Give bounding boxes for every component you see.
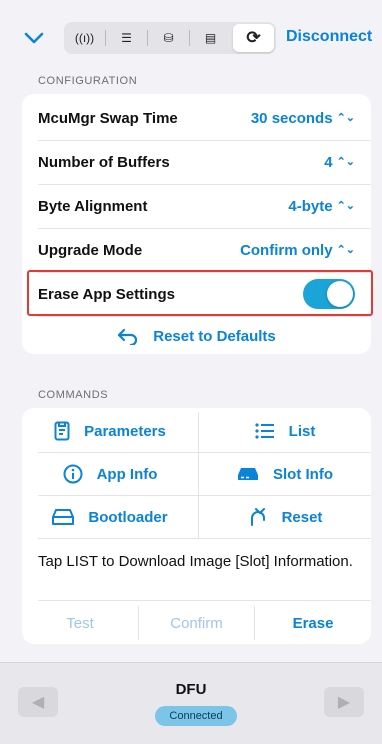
database-icon[interactable]: ⛁ <box>148 24 189 52</box>
drive-icon <box>238 468 258 480</box>
buffers-row[interactable]: Number of Buffers 4 ⌃⌄ <box>22 140 371 184</box>
undo-arrow-icon <box>118 328 138 345</box>
alignment-label: Byte Alignment <box>38 197 148 215</box>
slot-info-label: Slot Info <box>273 465 333 483</box>
reset-button[interactable]: Reset <box>199 496 371 538</box>
test-button[interactable]: Test <box>22 602 138 644</box>
divider <box>38 600 371 601</box>
bootloader-label: Bootloader <box>88 508 168 526</box>
divider <box>38 538 371 539</box>
parameters-button[interactable]: Parameters <box>22 410 198 452</box>
top-toolbar: ((ı)) ☰ ⛁ ▤ ⟳ Disconnect <box>0 0 382 72</box>
buffers-value[interactable]: 4 ⌃⌄ <box>324 154 355 171</box>
upgrade-mode-row[interactable]: Upgrade Mode Confirm only ⌃⌄ <box>22 228 371 272</box>
bootloader-icon <box>52 509 75 525</box>
swap-time-value[interactable]: 30 seconds ⌃⌄ <box>251 110 355 127</box>
upgrade-mode-text: Confirm only <box>240 241 333 259</box>
app-info-button[interactable]: App Info <box>22 453 198 495</box>
swap-time-text: 30 seconds <box>250 109 333 127</box>
swap-time-label: McuMgr Swap Time <box>38 109 178 127</box>
antenna-icon[interactable]: ((ı)) <box>64 24 105 52</box>
info-icon <box>63 464 83 484</box>
list-label: List <box>288 422 316 440</box>
swap-time-row[interactable]: McuMgr Swap Time 30 seconds ⌃⌄ <box>22 96 371 140</box>
updown-icon: ⌃⌄ <box>336 111 355 124</box>
download-hint-text: Tap LIST to Download Image [Slot] Inform… <box>38 553 353 570</box>
upgrade-mode-value[interactable]: Confirm only ⌃⌄ <box>240 242 355 259</box>
reset-defaults-button[interactable]: Reset to Defaults <box>22 314 371 358</box>
list-icon <box>255 423 274 439</box>
confirm-button[interactable]: Confirm <box>139 602 254 644</box>
highlight-box <box>27 270 373 316</box>
right-triangle-icon: ▶ <box>337 694 351 711</box>
buffers-text: 4 <box>324 153 333 171</box>
chevron-down-icon[interactable] <box>22 26 46 50</box>
reset-label: Reset <box>281 508 323 526</box>
updown-icon: ⌃⌄ <box>336 199 355 212</box>
updown-icon: ⌃⌄ <box>336 155 355 168</box>
bottom-bar: ◀ DFU Connected ▶ <box>0 662 382 744</box>
bootloader-button[interactable]: Bootloader <box>22 496 198 538</box>
commands-header: COMMANDS <box>38 389 109 401</box>
list-button[interactable]: List <box>199 410 371 452</box>
status-badge: Connected <box>155 706 237 726</box>
slot-info-button[interactable]: Slot Info <box>199 453 371 495</box>
parameters-label: Parameters <box>84 422 166 440</box>
next-button[interactable]: ▶ <box>324 687 364 717</box>
erase-button[interactable]: Erase <box>255 602 371 644</box>
disconnect-button[interactable]: Disconnect <box>286 28 372 46</box>
segmented-control: ((ı)) ☰ ⛁ ▤ ⟳ <box>64 22 276 54</box>
alignment-text: 4-byte <box>288 197 333 215</box>
updown-icon: ⌃⌄ <box>336 243 355 256</box>
alignment-row[interactable]: Byte Alignment 4-byte ⌃⌄ <box>22 184 371 228</box>
app-info-label: App Info <box>96 465 158 483</box>
buffers-label: Number of Buffers <box>38 153 170 171</box>
upgrade-mode-label: Upgrade Mode <box>38 241 143 259</box>
reset-defaults-label: Reset to Defaults <box>153 327 276 345</box>
reset-arrow-icon <box>250 508 265 526</box>
list-icon[interactable]: ☰ <box>106 24 147 52</box>
alignment-value[interactable]: 4-byte ⌃⌄ <box>288 198 355 215</box>
document-icon[interactable]: ▤ <box>190 24 231 52</box>
commands-card: Parameters List App Info Slot Info Bootl… <box>22 408 371 644</box>
configuration-header: CONFIGURATION <box>38 75 138 87</box>
sync-icon[interactable]: ⟳ <box>233 24 274 52</box>
parameters-icon <box>54 421 70 441</box>
